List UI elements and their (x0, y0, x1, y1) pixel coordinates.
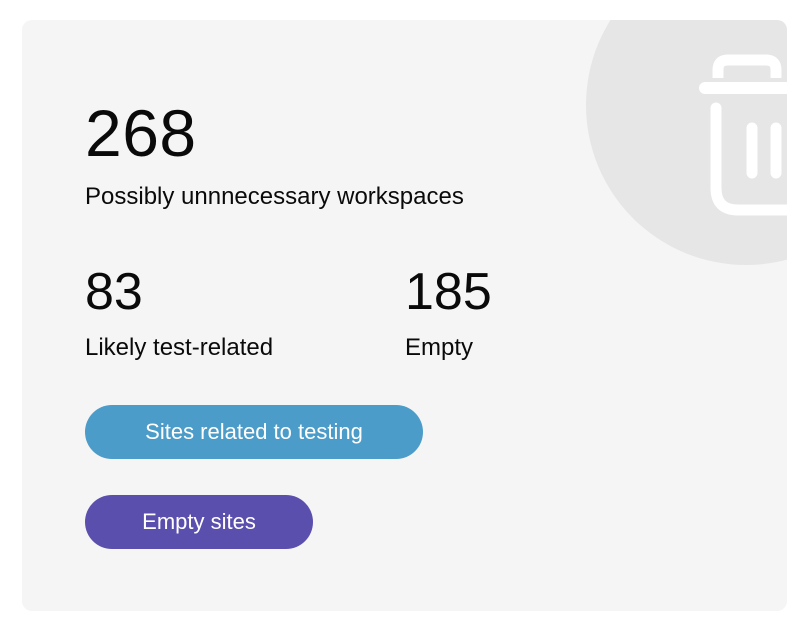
workspace-summary-card: 268 Possibly unnnecessary workspaces 83 … (22, 20, 787, 611)
sites-related-to-testing-label: Sites related to testing (145, 419, 363, 444)
total-label: Possibly unnnecessary workspaces (85, 183, 464, 210)
empty-sites-button[interactable]: Empty sites (85, 495, 313, 549)
sites-related-to-testing-button[interactable]: Sites related to testing (85, 405, 423, 459)
test-related-count: 83 (85, 263, 143, 321)
test-related-label: Likely test-related (85, 334, 274, 361)
empty-count: 185 (405, 263, 492, 321)
empty-label: Empty (405, 334, 474, 361)
empty-sites-label: Empty sites (142, 509, 256, 534)
total-count: 268 (85, 96, 197, 170)
trash-icon (699, 54, 787, 216)
